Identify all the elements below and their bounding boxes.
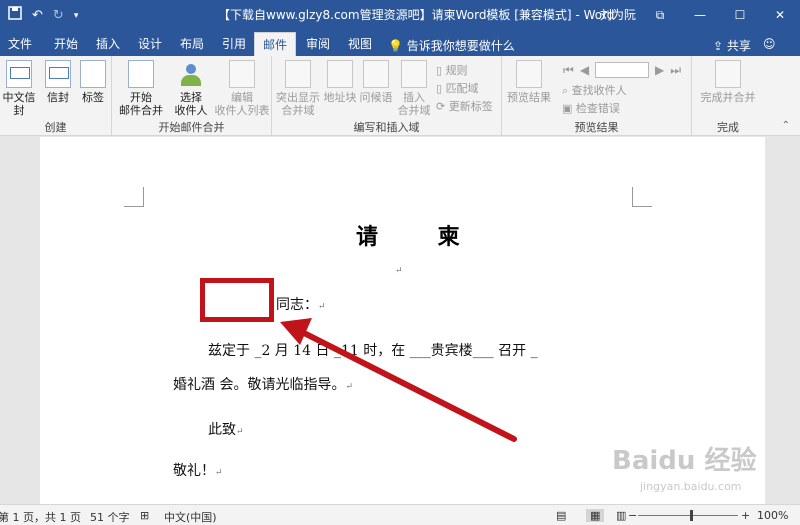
zoom-out-button[interactable]: − (628, 509, 637, 522)
zoom-in-button[interactable]: + (741, 509, 750, 522)
status-bar: 第 1 页，共 1 页 51 个字 ⊞ 中文(中国) ▤ ▦ ▥ − + 100… (0, 504, 800, 525)
print-layout-icon[interactable]: ▦ (586, 509, 605, 522)
word-count[interactable]: 51 个字 (90, 509, 130, 525)
baidu-watermark: Baidu 经验 (612, 446, 757, 476)
baidu-watermark-url: jingyan.baidu.com (640, 480, 742, 493)
zoom-level[interactable]: 100% (757, 509, 788, 522)
zoom-slider-track[interactable] (638, 515, 738, 516)
language[interactable]: 中文(中国) (164, 509, 217, 525)
page-count[interactable]: 第 1 页，共 1 页 (0, 509, 81, 525)
read-mode-icon[interactable]: ▤ (556, 509, 566, 522)
proofing-icon[interactable]: ⊞ (140, 509, 149, 522)
web-layout-icon[interactable]: ▥ (616, 509, 626, 522)
zoom-slider-thumb[interactable] (690, 510, 693, 521)
